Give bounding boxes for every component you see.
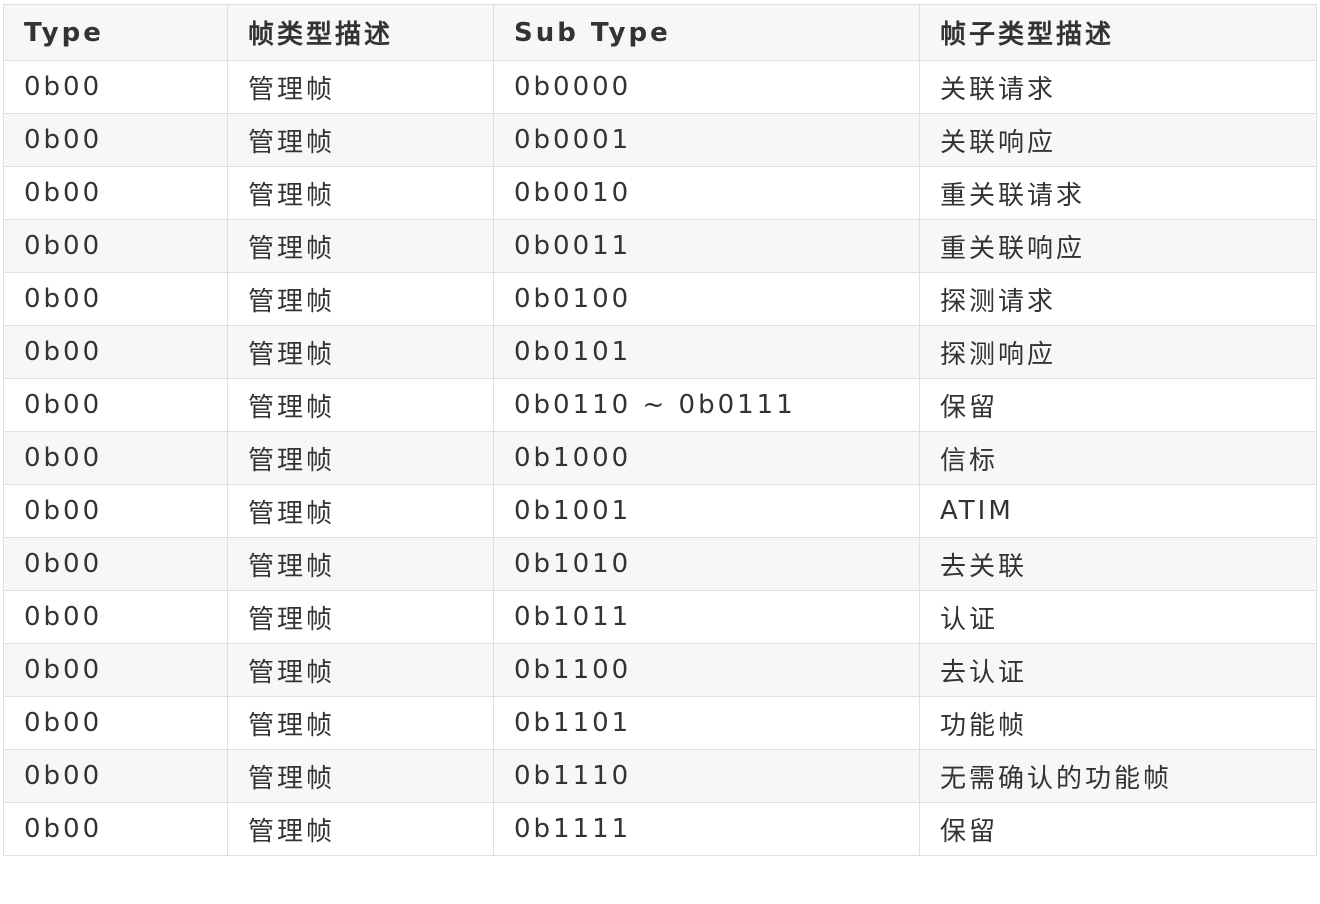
cell-subtype-description: 信标: [919, 431, 1317, 485]
table-row: 0b00 管理帧 0b0011 重关联响应: [3, 219, 1317, 273]
cell-type: 0b00: [3, 484, 228, 538]
header-type-description: 帧类型描述: [227, 4, 494, 61]
cell-subtype: 0b1101: [493, 696, 920, 750]
cell-subtype-description: 认证: [919, 590, 1317, 644]
frame-type-table: Type 帧类型描述 Sub Type 帧子类型描述 0b00 管理帧 0b0000…: [3, 4, 1317, 856]
cell-type: 0b00: [3, 219, 228, 273]
cell-type: 0b00: [3, 590, 228, 644]
cell-type-description: 管理帧: [227, 272, 494, 326]
cell-type: 0b00: [3, 60, 228, 114]
cell-subtype: 0b1011: [493, 590, 920, 644]
cell-type: 0b00: [3, 802, 228, 856]
cell-subtype: 0b0110 ~ 0b0111: [493, 378, 920, 432]
cell-subtype: 0b1010: [493, 537, 920, 591]
cell-type-description: 管理帧: [227, 60, 494, 114]
cell-type-description: 管理帧: [227, 484, 494, 538]
table-row: 0b00 管理帧 0b1001 ATIM: [3, 484, 1317, 538]
cell-type-description: 管理帧: [227, 378, 494, 432]
cell-type: 0b00: [3, 537, 228, 591]
table-row: 0b00 管理帧 0b0101 探测响应: [3, 325, 1317, 379]
cell-type: 0b00: [3, 749, 228, 803]
cell-type: 0b00: [3, 325, 228, 379]
cell-subtype: 0b0101: [493, 325, 920, 379]
cell-type-description: 管理帧: [227, 219, 494, 273]
table-row: 0b00 管理帧 0b0110 ~ 0b0111 保留: [3, 378, 1317, 432]
cell-type-description: 管理帧: [227, 696, 494, 750]
cell-subtype: 0b1000: [493, 431, 920, 485]
cell-type: 0b00: [3, 696, 228, 750]
cell-subtype: 0b1110: [493, 749, 920, 803]
cell-subtype: 0b0001: [493, 113, 920, 167]
frame-type-table-container: Type 帧类型描述 Sub Type 帧子类型描述 0b00 管理帧 0b0000…: [3, 4, 1317, 856]
table-row: 0b00 管理帧 0b0001 关联响应: [3, 113, 1317, 167]
cell-type-description: 管理帧: [227, 749, 494, 803]
table-row: 0b00 管理帧 0b0000 关联请求: [3, 60, 1317, 114]
cell-type: 0b00: [3, 272, 228, 326]
cell-subtype-description: 无需确认的功能帧: [919, 749, 1317, 803]
table-row: 0b00 管理帧 0b1100 去认证: [3, 643, 1317, 697]
table-row: 0b00 管理帧 0b1000 信标: [3, 431, 1317, 485]
table-row: 0b00 管理帧 0b1110 无需确认的功能帧: [3, 749, 1317, 803]
cell-type: 0b00: [3, 643, 228, 697]
cell-subtype: 0b1001: [493, 484, 920, 538]
table-row: 0b00 管理帧 0b1111 保留: [3, 802, 1317, 856]
cell-subtype-description: ATIM: [919, 484, 1317, 538]
cell-subtype-description: 重关联响应: [919, 219, 1317, 273]
cell-subtype-description: 关联响应: [919, 113, 1317, 167]
cell-type-description: 管理帧: [227, 431, 494, 485]
header-row: Type 帧类型描述 Sub Type 帧子类型描述: [3, 4, 1317, 61]
header-subtype: Sub Type: [493, 4, 920, 61]
cell-type: 0b00: [3, 166, 228, 220]
table-row: 0b00 管理帧 0b1011 认证: [3, 590, 1317, 644]
table-header: Type 帧类型描述 Sub Type 帧子类型描述: [3, 4, 1317, 61]
cell-subtype: 0b0100: [493, 272, 920, 326]
cell-subtype: 0b1100: [493, 643, 920, 697]
cell-subtype-description: 去关联: [919, 537, 1317, 591]
cell-subtype: 0b0010: [493, 166, 920, 220]
cell-subtype: 0b0000: [493, 60, 920, 114]
header-type: Type: [3, 4, 228, 61]
cell-type-description: 管理帧: [227, 643, 494, 697]
cell-type: 0b00: [3, 431, 228, 485]
cell-type: 0b00: [3, 378, 228, 432]
table-row: 0b00 管理帧 0b0100 探测请求: [3, 272, 1317, 326]
cell-type: 0b00: [3, 113, 228, 167]
cell-type-description: 管理帧: [227, 802, 494, 856]
table-row: 0b00 管理帧 0b1010 去关联: [3, 537, 1317, 591]
cell-subtype: 0b0011: [493, 219, 920, 273]
cell-subtype-description: 关联请求: [919, 60, 1317, 114]
cell-type-description: 管理帧: [227, 537, 494, 591]
cell-subtype-description: 保留: [919, 802, 1317, 856]
table-row: 0b00 管理帧 0b1101 功能帧: [3, 696, 1317, 750]
cell-type-description: 管理帧: [227, 325, 494, 379]
cell-subtype-description: 探测响应: [919, 325, 1317, 379]
header-subtype-description: 帧子类型描述: [919, 4, 1317, 61]
cell-type-description: 管理帧: [227, 166, 494, 220]
cell-subtype-description: 保留: [919, 378, 1317, 432]
table-body: 0b00 管理帧 0b0000 关联请求 0b00 管理帧 0b0001 关联响应 0b00 管理…: [3, 60, 1317, 856]
cell-subtype-description: 去认证: [919, 643, 1317, 697]
cell-type-description: 管理帧: [227, 113, 494, 167]
cell-subtype: 0b1111: [493, 802, 920, 856]
cell-subtype-description: 功能帧: [919, 696, 1317, 750]
cell-subtype-description: 重关联请求: [919, 166, 1317, 220]
cell-type-description: 管理帧: [227, 590, 494, 644]
cell-subtype-description: 探测请求: [919, 272, 1317, 326]
table-row: 0b00 管理帧 0b0010 重关联请求: [3, 166, 1317, 220]
